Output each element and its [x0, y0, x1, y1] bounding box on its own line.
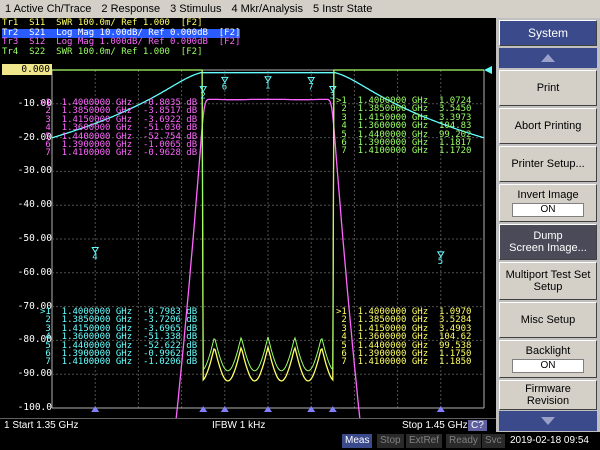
stimulus-marker — [307, 406, 316, 412]
marker-row: 7 1.4100000 GHz -1.0206 dB — [40, 357, 198, 368]
abort-printing-button[interactable]: Abort Printing — [499, 108, 597, 144]
invert-image-value: ON — [512, 203, 584, 217]
firmware-revision-button[interactable]: Firmware Revision — [499, 380, 597, 410]
marker-label: 2 — [200, 92, 205, 102]
trace-header-tr4[interactable]: Tr4 S22 SWR 100.0m/ Ref 1.000 [F2] — [2, 47, 240, 58]
svc-status: Svc — [482, 434, 505, 448]
misc-setup-button[interactable]: Misc Setup — [499, 302, 597, 338]
vna-window: 1 Active Ch/Trace 2 Response 3 Stimulus … — [0, 0, 600, 450]
backlight-value: ON — [512, 359, 584, 373]
y-tick-label: -50.00 — [17, 233, 52, 244]
print-button[interactable]: Print — [499, 70, 597, 106]
trace-header-list: Tr1 S11 SWR 100.0m/ Ref 1.000 [F2] Tr2 S… — [2, 18, 241, 58]
printer-setup-button[interactable]: Printer Setup... — [499, 146, 597, 182]
marker-row: 7 1.4100000 GHz -0.9628 dB — [40, 148, 198, 159]
stimulus-marker — [91, 406, 100, 412]
instrument-status-bar: Meas Stop ExtRef Ready Svc 2019-02-18 09… — [0, 432, 600, 450]
invert-image-label: Invert Image — [517, 189, 579, 201]
firmware-label-2: Revision — [526, 395, 570, 407]
marker-table-s21: >1 1.4000000 GHz -0.7983 dB 2 1.3850000 … — [40, 307, 198, 368]
measurement-screen[interactable]: 1 2 3 4 5 6 7 Tr1 S11 SWR 100.0m/ Ref 1.000 [F… — [0, 18, 496, 418]
marker-label: 5 — [438, 257, 443, 267]
multiport-label-1: Multiport Test Set — [505, 269, 591, 281]
y-tick-label: -40.00 — [17, 199, 52, 211]
y-tick-label: -30.00 — [17, 165, 52, 177]
softkey-title-system: System — [499, 20, 597, 46]
dump-screen-label-1: Dump — [533, 230, 563, 242]
marker-label: 1 — [265, 82, 270, 92]
marker-table-s22: >1 1.4000000 GHz 1.0724 2 1.3850000 GHz … — [336, 96, 472, 157]
extref-status: ExtRef — [406, 434, 443, 448]
stimulus-marker — [264, 406, 272, 412]
stimulus-marker — [328, 406, 337, 412]
ifbw-value[interactable]: IFBW 1 kHz — [212, 420, 265, 431]
ready-status: Ready — [446, 434, 481, 448]
invert-image-button[interactable]: Invert Image ON — [499, 184, 597, 222]
menu-bar: 1 Active Ch/Trace 2 Response 3 Stimulus … — [0, 0, 600, 19]
marker-label: 7 — [308, 82, 313, 92]
dump-screen-label-2: Screen Image... — [509, 242, 587, 254]
stimulus-marker — [436, 406, 445, 412]
y-tick-label: 0.000 — [2, 64, 52, 75]
marker-row: 7 1.4100000 GHz 1.1850 — [336, 357, 472, 368]
softkey-scroll-down-button[interactable] — [499, 411, 597, 431]
softkey-panel: System Print Abort Printing Printer Setu… — [496, 18, 600, 432]
multiport-test-set-setup-button[interactable]: Multiport Test Set Setup — [499, 262, 597, 300]
marker-table-s11: >1 1.4000000 GHz 1.0970 2 1.3850000 GHz … — [336, 307, 472, 368]
triangle-up-icon — [541, 54, 555, 62]
multiport-label-2: Setup — [533, 281, 563, 293]
channel-status-bar: 1 Start 1.35 GHz IFBW 1 kHz Stop 1.45 GH… — [0, 418, 496, 433]
triangle-down-icon — [541, 417, 555, 425]
softkey-scroll-up-button[interactable] — [499, 48, 597, 68]
marker-label: 4 — [92, 253, 97, 263]
y-tick-label: -60.00 — [17, 266, 52, 278]
marker-table-s12: >1 1.4000000 GHz -0.8035 dB 2 1.3850000 … — [40, 98, 198, 159]
channel-badge: C? — [468, 420, 487, 431]
y-tick-label: -100.0 — [17, 402, 52, 413]
stimulus-marker — [199, 406, 208, 412]
backlight-label: Backlight — [525, 345, 571, 357]
menu-stimulus[interactable]: 3 Stimulus — [165, 3, 226, 15]
date-time: 2019-02-18 09:54 — [510, 435, 589, 446]
start-frequency[interactable]: 1 Start 1.35 GHz — [4, 420, 78, 431]
stimulus-marker — [220, 406, 229, 412]
ref-arrow-right — [484, 66, 492, 74]
marker-label: 6 — [222, 82, 227, 92]
backlight-button[interactable]: Backlight ON — [499, 340, 597, 378]
marker-row: 7 1.4100000 GHz 1.1720 — [336, 146, 472, 157]
firmware-label-1: Firmware — [525, 383, 571, 395]
dump-screen-image-button[interactable]: Dump Screen Image... — [499, 224, 597, 260]
marker-label: 3 — [330, 91, 335, 101]
stop-status: Stop — [377, 434, 404, 448]
menu-mkr-analysis[interactable]: 4 Mkr/Analysis — [226, 3, 308, 15]
meas-status: Meas — [342, 434, 373, 448]
stop-frequency[interactable]: Stop 1.45 GHz — [402, 420, 468, 431]
menu-instr-state[interactable]: 5 Instr State — [308, 3, 377, 15]
y-tick-label: -90.00 — [17, 368, 52, 380]
menu-active-ch-trace[interactable]: 1 Active Ch/Trace — [0, 3, 96, 15]
menu-response[interactable]: 2 Response — [96, 3, 165, 15]
